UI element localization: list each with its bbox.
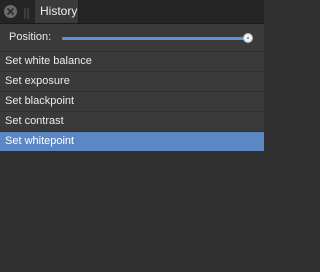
close-icon[interactable]	[4, 5, 17, 18]
history-list: Set white balance Set exposure Set blackpo…	[0, 52, 264, 152]
history-item[interactable]: Set blackpoint	[0, 92, 264, 111]
grip-icon[interactable]	[24, 6, 29, 19]
tab-history[interactable]: History	[35, 0, 79, 23]
position-row: Position:	[0, 24, 264, 51]
position-label: Position:	[9, 31, 52, 43]
history-panel: History Position: Set white balance Set e…	[0, 0, 264, 272]
history-item[interactable]: Set whitepoint	[0, 132, 264, 151]
position-slider-thumb[interactable]	[243, 33, 253, 43]
history-item[interactable]: Set white balance	[0, 52, 264, 71]
tab-history-label: History	[40, 4, 78, 18]
panel-header: History	[0, 0, 264, 24]
position-slider[interactable]	[62, 37, 248, 40]
position-slider-fill	[62, 37, 248, 40]
history-item[interactable]: Set exposure	[0, 72, 264, 91]
history-item[interactable]: Set contrast	[0, 112, 264, 131]
